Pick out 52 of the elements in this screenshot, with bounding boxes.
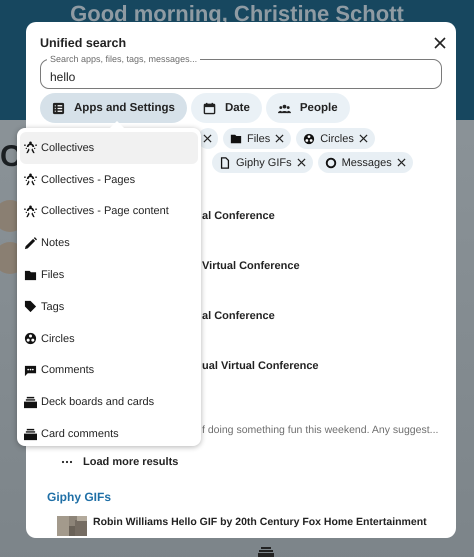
close-icon[interactable] [296, 158, 306, 167]
comment-icon [24, 364, 37, 377]
filter-button[interactable]: Apps and Settings [40, 93, 187, 123]
menu-item[interactable]: Collectives [20, 132, 198, 164]
star-figure-icon [24, 141, 37, 154]
more-icon [61, 460, 73, 464]
close-icon[interactable] [358, 134, 368, 143]
filter-chip[interactable]: Files [223, 128, 292, 149]
filter-button[interactable]: People [266, 93, 350, 123]
stack-icon [258, 547, 274, 557]
close-icon[interactable] [275, 134, 284, 143]
load-more-button[interactable]: Load more results [61, 452, 178, 472]
dialog-title: Unified search [40, 36, 126, 50]
circles-icon [303, 132, 316, 144]
result-title[interactable]: al Conference [202, 310, 442, 322]
menu-item[interactable]: Deck boards and cards [20, 386, 198, 418]
folder-icon [230, 132, 242, 144]
list-icon [52, 102, 65, 114]
stack-icon [24, 396, 37, 409]
folder-icon [24, 268, 37, 282]
menu-item[interactable]: Comments [20, 354, 198, 386]
section-heading: Giphy GIFs [47, 490, 112, 504]
file-icon [219, 156, 231, 168]
filter-button[interactable]: Date [190, 93, 262, 123]
pencil-icon [24, 236, 37, 250]
filter-chip[interactable]: Messages [318, 152, 413, 173]
close-icon[interactable] [434, 37, 446, 49]
message-icon [324, 156, 337, 168]
calendar-icon [202, 102, 216, 114]
circles-icon [24, 332, 37, 346]
menu-item[interactable]: Circles [20, 322, 198, 355]
greeting-heading: Good morning, Christine Schott [70, 1, 404, 27]
stack-icon [24, 428, 37, 441]
menu-item[interactable]: Files [20, 259, 198, 291]
star-figure-icon [24, 204, 37, 218]
result-title[interactable]: Robin Williams Hello GIF by 20th Century Fox Home Entertainment [93, 516, 427, 528]
menu-item[interactable]: Collectives - Page content [20, 196, 198, 228]
menu-item[interactable]: Notes [20, 227, 198, 260]
result-title[interactable]: ual Virtual Conference [202, 360, 442, 372]
menu-item[interactable]: Tags [20, 290, 198, 323]
result-title[interactable]: al Conference [202, 210, 442, 222]
field-label: Search apps, files, tags, messages... [47, 54, 200, 64]
filter-chip[interactable]: Circles [296, 128, 375, 149]
close-icon[interactable] [396, 158, 406, 167]
result-title[interactable]: Virtual Conference [202, 260, 442, 272]
close-icon[interactable] [203, 134, 212, 143]
menu-item[interactable]: Collectives - Pages [20, 164, 198, 196]
filter-chip[interactable]: Giphy GIFs [212, 152, 313, 173]
tag-icon [24, 300, 37, 314]
result-snippet: f doing something fun this weekend. Any suggest... [202, 424, 438, 436]
star-figure-icon [24, 173, 37, 186]
menu-item[interactable]: Card comments [20, 418, 198, 450]
